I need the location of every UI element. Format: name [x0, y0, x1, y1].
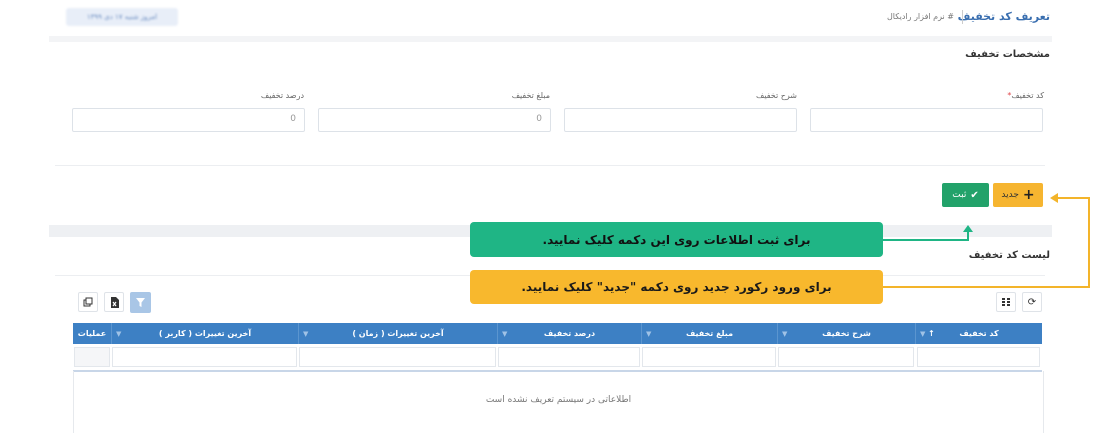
header-divider	[962, 10, 963, 24]
discount-code-label: کد تخفیف*	[1007, 91, 1044, 100]
discount-amount-label: مبلغ تخفیف	[511, 91, 550, 100]
filter-input-amount[interactable]	[642, 347, 776, 367]
column-header-operations: عملیات	[73, 323, 111, 344]
column-filter-icon[interactable]: ▼	[782, 330, 787, 338]
excel-export-icon[interactable]	[104, 292, 124, 312]
check-icon: ✔	[970, 189, 979, 201]
empty-message: اطلاعاتی در سیستم تعریف نشده است	[485, 395, 632, 405]
column-filter-icon[interactable]: ▼	[116, 330, 121, 338]
column-amount-label: مبلغ تخفیف	[685, 329, 734, 338]
filter-input-description[interactable]	[778, 347, 914, 367]
date-badge: امروز شنبه ۱۷ دی ۱۳۹۹	[66, 8, 178, 26]
discount-amount-value: 0	[536, 114, 542, 124]
column-percent-label: درصد تخفیف	[543, 329, 596, 338]
save-hint-arrow-icon	[963, 225, 973, 232]
new-button-label: جدید	[1001, 190, 1019, 200]
discount-code-label-text: کد تخفیف	[1011, 91, 1044, 100]
column-header-discount-code[interactable]: کد تخفیف ↑ ▼	[915, 323, 1042, 344]
table-header: کد تخفیف ↑ ▼ شرح تخفیف ▼ مبلغ تخفیف ▼ در…	[73, 323, 1042, 344]
form-divider	[55, 165, 1045, 166]
discount-description-label: شرح تخفیف	[756, 91, 797, 100]
copy-icon[interactable]	[78, 292, 98, 312]
new-hint-callout: برای ورود رکورد جدید روی دکمه "جدید" کلی…	[470, 270, 883, 304]
page-title: تعریف کد تخفیف	[957, 10, 1050, 23]
column-header-last-change-user[interactable]: آخرین تغییرات ( کاربر ) ▼	[111, 323, 298, 344]
save-hint-connector	[883, 239, 968, 241]
discount-code-input[interactable]	[810, 108, 1043, 132]
list-title: لیست کد تخفیف	[968, 250, 1050, 261]
discount-percent-value: 0	[290, 114, 296, 124]
column-operations-label: عملیات	[77, 329, 107, 338]
new-hint-connector-vertical	[1088, 197, 1090, 288]
discount-percent-input[interactable]: 0	[72, 108, 305, 132]
new-button[interactable]: + جدید	[993, 183, 1043, 207]
filter-icon[interactable]	[130, 292, 151, 313]
filter-row	[73, 345, 1042, 372]
save-button[interactable]: ✔ ثبت	[942, 183, 989, 207]
column-filter-icon[interactable]: ▼	[646, 330, 651, 338]
table-body: اطلاعاتی در سیستم تعریف نشده است	[73, 371, 1044, 433]
sort-up-icon[interactable]: ↑	[928, 329, 935, 338]
column-filter-icon[interactable]: ▼	[502, 330, 507, 338]
column-filter-icon[interactable]: ▼	[303, 330, 308, 338]
filter-input-last-change-user[interactable]	[112, 347, 297, 367]
filter-input-last-change-time[interactable]	[299, 347, 496, 367]
save-hint-connector-up	[967, 231, 969, 241]
filter-cell-operations	[74, 347, 110, 367]
column-header-last-change-time[interactable]: آخرین تغییرات ( زمان ) ▼	[298, 323, 497, 344]
new-hint-connector	[883, 286, 1090, 288]
filter-input-percent[interactable]	[498, 347, 640, 367]
columns-icon[interactable]	[996, 292, 1016, 312]
plus-icon: +	[1022, 187, 1035, 203]
new-hint-arrow-icon	[1050, 193, 1058, 203]
discount-description-input[interactable]	[564, 108, 797, 132]
refresh-icon[interactable]: ⟳	[1022, 292, 1042, 312]
discount-amount-input[interactable]: 0	[318, 108, 551, 132]
discount-percent-label: درصد تخفیف	[260, 91, 304, 100]
save-button-label: ثبت	[952, 190, 967, 200]
column-last-change-user-label: آخرین تغییرات ( کاربر )	[158, 329, 252, 338]
column-filter-icon[interactable]: ▼	[920, 330, 925, 338]
save-hint-callout: برای ثبت اطلاعات روی این دکمه کلیک نمایی…	[470, 222, 883, 257]
column-description-label: شرح تخفیف	[822, 329, 871, 338]
column-last-change-time-label: آخرین تغییرات ( زمان )	[352, 329, 444, 338]
column-header-percent[interactable]: درصد تخفیف ▼	[497, 323, 641, 344]
column-header-description[interactable]: شرح تخفیف ▼	[777, 323, 915, 344]
column-discount-code-label: کد تخفیف	[959, 329, 999, 338]
header-band	[49, 36, 1052, 42]
new-hint-connector-top	[1058, 197, 1090, 199]
column-header-amount[interactable]: مبلغ تخفیف ▼	[641, 323, 777, 344]
form-section-title: مشخصات تخفیف	[965, 49, 1050, 60]
breadcrumb[interactable]: # نرم افزار رادیکال	[887, 12, 954, 21]
filter-input-discount-code[interactable]	[917, 347, 1040, 367]
